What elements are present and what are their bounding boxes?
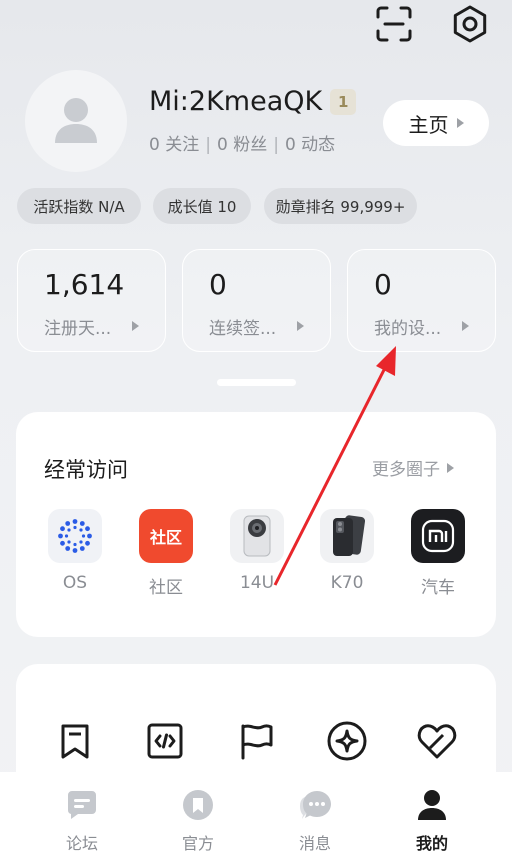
divider: |: [273, 135, 279, 155]
follow-count[interactable]: 0: [149, 135, 160, 155]
me-icon: [418, 790, 446, 820]
message-icon: [300, 791, 331, 819]
os-logo-icon: [48, 509, 102, 563]
heart-icon[interactable]: [415, 719, 459, 763]
tab-label: 官方: [181, 834, 214, 853]
username: Mi:2KmeaQK 1: [149, 86, 357, 117]
visit-item-k70[interactable]: K70: [312, 509, 382, 593]
visit-label: K70: [330, 573, 364, 593]
posts-label[interactable]: 动态: [301, 135, 335, 155]
visit-item-14u[interactable]: 14U: [222, 509, 292, 593]
fans-label[interactable]: 粉丝: [233, 135, 267, 155]
stat-label: 连续签...: [209, 319, 277, 339]
forum-icon: [67, 791, 96, 819]
tab-messages[interactable]: 消息: [275, 788, 355, 854]
tab-label: 消息: [298, 834, 331, 853]
chevron-right-icon: [297, 321, 304, 331]
stat-value: 0: [374, 268, 392, 301]
tab-forum[interactable]: 论坛: [42, 788, 122, 854]
tab-me[interactable]: 我的: [392, 788, 472, 854]
official-icon: [183, 790, 213, 820]
chip-label: 活跃指数 N/A: [33, 197, 125, 216]
chip-label: 成长值 10: [167, 197, 237, 216]
chevron-right-icon: [447, 462, 454, 473]
scan-icon[interactable]: [372, 2, 416, 46]
my-devices-card[interactable]: 0 我的设...: [347, 249, 496, 352]
visit-item-car[interactable]: 汽车: [403, 509, 473, 598]
community-icon-text: 社区: [149, 528, 182, 547]
visit-label: 社区: [149, 578, 183, 598]
visit-label: 14U: [239, 573, 275, 593]
chip-label: 勋章排名 99,999+: [275, 197, 406, 216]
more-link-label: 更多圈子: [372, 460, 440, 480]
home-button[interactable]: 主页: [383, 100, 489, 146]
visit-item-os[interactable]: OS: [40, 509, 110, 593]
tab-label: 我的: [415, 834, 448, 853]
flag-icon[interactable]: [234, 719, 278, 763]
page-indicator: [217, 379, 296, 386]
checkin-streak-card[interactable]: 0 连续签...: [182, 249, 331, 352]
social-stats: 0 关注 | 0 粉丝 | 0 动态: [149, 130, 335, 155]
stat-value: 1,614: [44, 268, 125, 301]
medal-rank-chip[interactable]: 勋章排名 99,999+: [264, 188, 417, 224]
chevron-right-icon: [132, 321, 139, 331]
visit-label: 汽车: [421, 578, 455, 598]
phone-k70-icon: [320, 509, 374, 563]
phone-14u-icon: [230, 509, 284, 563]
tab-label: 论坛: [65, 834, 98, 853]
visit-label: OS: [62, 573, 88, 593]
divider: |: [205, 135, 211, 155]
stat-label: 注册天...: [44, 319, 112, 339]
posts-count[interactable]: 0: [285, 135, 296, 155]
follow-label[interactable]: 关注: [165, 135, 199, 155]
user-placeholder-icon: [55, 98, 97, 143]
fans-count[interactable]: 0: [217, 135, 228, 155]
username-text: Mi:2KmeaQK: [149, 86, 323, 117]
mi-car-icon: [411, 509, 465, 563]
visit-item-community[interactable]: 社区 社区: [131, 509, 201, 598]
avatar[interactable]: [25, 70, 127, 172]
home-button-label: 主页: [408, 112, 449, 137]
code-icon[interactable]: [143, 719, 187, 763]
register-days-card[interactable]: 1,614 注册天...: [17, 249, 166, 352]
section-title: 经常访问: [44, 458, 128, 482]
level-badge: 1: [330, 88, 357, 115]
sparkle-icon[interactable]: [325, 719, 369, 763]
chevron-right-icon: [462, 321, 469, 331]
community-icon: 社区: [139, 509, 193, 563]
settings-icon[interactable]: [448, 2, 492, 46]
chevron-right-icon: [456, 118, 464, 128]
stat-value: 0: [209, 268, 227, 301]
stat-label: 我的设...: [374, 319, 442, 339]
bookmark-icon[interactable]: [53, 719, 97, 763]
activity-index-chip[interactable]: 活跃指数 N/A: [17, 188, 141, 224]
growth-value-chip[interactable]: 成长值 10: [153, 188, 251, 224]
tab-official[interactable]: 官方: [158, 788, 238, 854]
more-circles-link[interactable]: 更多圈子: [372, 455, 454, 480]
